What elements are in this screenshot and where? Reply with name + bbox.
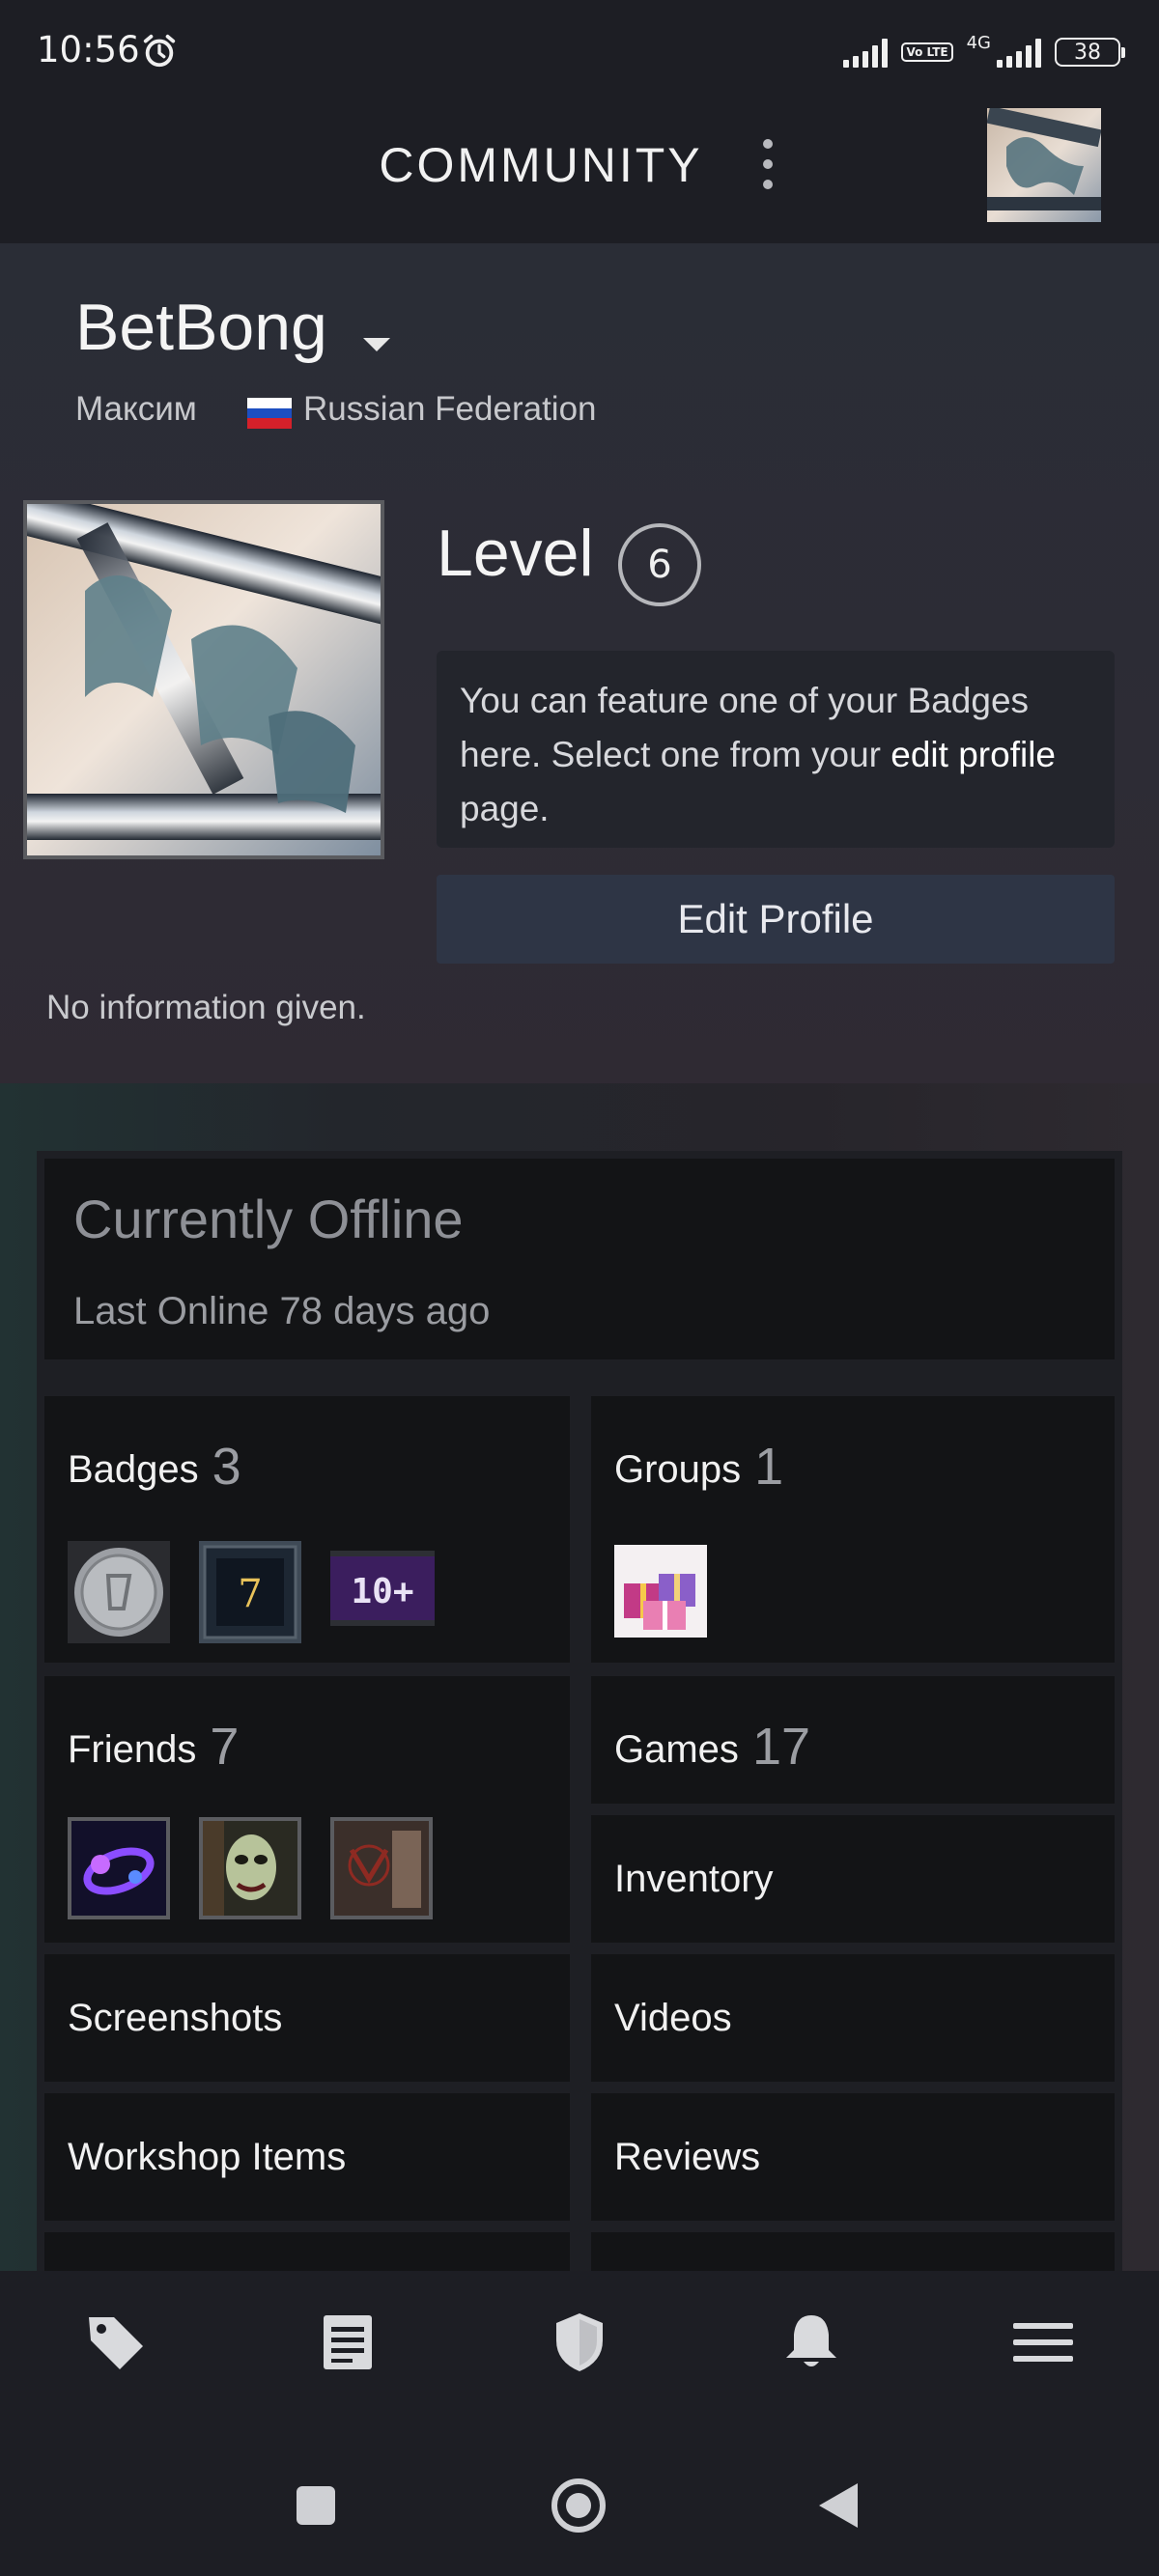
friends-tile[interactable]: Friends 7 xyxy=(44,1676,570,1943)
profile-avatar xyxy=(23,500,384,859)
username[interactable]: BetBong xyxy=(75,290,327,365)
tag-icon xyxy=(89,2317,143,2369)
badge-note-suffix: page. xyxy=(460,789,550,828)
recents-square-icon[interactable] xyxy=(296,2485,336,2526)
edit-profile-link[interactable]: edit profile xyxy=(890,735,1056,774)
badge-years-icon[interactable]: 7 xyxy=(199,1541,301,1643)
status-time: 10:56 xyxy=(37,29,140,70)
nav-guard[interactable] xyxy=(464,2271,695,2414)
vertical-dots-icon[interactable] xyxy=(753,139,782,197)
friend-avatar-2[interactable] xyxy=(199,1817,301,1919)
friend-avatar-1[interactable] xyxy=(68,1817,170,1919)
shield-icon xyxy=(556,2313,603,2371)
groups-label-wrap: Groups 1 xyxy=(614,1435,784,1496)
battery-level: 38 xyxy=(1074,40,1101,65)
games-tile[interactable]: Games 17 xyxy=(591,1676,1115,1804)
country: Russian Federation xyxy=(303,390,597,428)
profile-content: Currently Offline Last Online 78 days ag… xyxy=(0,1083,1159,2271)
network-type: 4G xyxy=(966,32,991,53)
groups-count: 1 xyxy=(754,1438,784,1496)
videos-tile[interactable]: Videos xyxy=(591,1954,1115,2082)
friends-label: Friends xyxy=(68,1728,197,1771)
online-status: Currently Offline Last Online 78 days ag… xyxy=(44,1159,1115,1359)
level-label: Level xyxy=(437,517,594,590)
games-label: Games xyxy=(614,1728,739,1771)
groups-label: Groups xyxy=(614,1448,742,1491)
header-title: COMMUNITY xyxy=(379,138,703,192)
caret-down-icon[interactable] xyxy=(363,338,390,351)
games-label-wrap: Games 17 xyxy=(614,1715,811,1776)
status-bar: 10:56 Vo LTE 4G 38 xyxy=(0,0,1159,106)
level-badge: 6 xyxy=(618,523,701,606)
screenshots-label: Screenshots xyxy=(68,1997,283,2039)
group-gifts-icon[interactable] xyxy=(614,1545,707,1638)
real-name: Максим xyxy=(75,390,197,428)
badge-10plus-icon[interactable]: 10+ xyxy=(330,1551,435,1626)
workshop-label: Workshop Items xyxy=(68,2136,347,2178)
screenshots-tile[interactable]: Screenshots xyxy=(44,1954,570,2082)
badges-label-wrap: Badges 3 xyxy=(68,1435,241,1496)
inventory-label: Inventory xyxy=(614,1858,774,1900)
bell-icon xyxy=(786,2315,836,2366)
inventory-tile[interactable]: Inventory xyxy=(591,1815,1115,1943)
stats-panel: Currently Offline Last Online 78 days ag… xyxy=(37,1151,1122,2271)
nav-store[interactable] xyxy=(0,2271,232,2414)
russia-flag-icon xyxy=(247,398,292,429)
svg-text:7: 7 xyxy=(238,1572,262,1616)
back-triangle-icon[interactable] xyxy=(817,2481,860,2530)
bottom-navigation xyxy=(0,2271,1159,2414)
last-online: Last Online 78 days ago xyxy=(73,1290,491,1332)
level-number: 6 xyxy=(647,543,672,587)
featured-badge-note: You can feature one of your Badges here.… xyxy=(437,651,1115,848)
reviews-label: Reviews xyxy=(614,2136,761,2178)
friends-count: 7 xyxy=(210,1718,240,1776)
badge-10plus-text: 10+ xyxy=(351,1572,413,1611)
more-tile-left[interactable] xyxy=(44,2232,570,2271)
friend-avatar-3[interactable] xyxy=(330,1817,433,1919)
nav-notifications[interactable] xyxy=(695,2271,927,2414)
badges-tile[interactable]: Badges 3 7 10+ xyxy=(44,1396,570,1663)
friends-label-wrap: Friends 7 xyxy=(68,1715,240,1776)
badge-coin-icon[interactable] xyxy=(68,1541,170,1643)
badges-count: 3 xyxy=(212,1438,241,1496)
hamburger-menu-icon xyxy=(1013,2323,1073,2362)
edit-profile-button[interactable]: Edit Profile xyxy=(437,875,1115,964)
videos-label: Videos xyxy=(614,1997,732,2039)
system-navigation-bar xyxy=(0,2414,1159,2576)
home-circle-icon[interactable] xyxy=(551,2478,607,2534)
battery-icon: 38 xyxy=(1055,38,1125,67)
signal-icon-2 xyxy=(997,37,1041,68)
badges-label: Badges xyxy=(68,1448,199,1491)
groups-tile[interactable]: Groups 1 xyxy=(591,1396,1115,1663)
profile-summary: No information given. xyxy=(46,989,366,1026)
app-header: COMMUNITY xyxy=(0,106,1159,243)
profile-header: BetBong Максим Russian Federation Level … xyxy=(0,243,1159,1083)
header-avatar[interactable] xyxy=(987,108,1101,222)
status-indicators: Vo LTE 4G 38 xyxy=(843,32,1125,71)
news-icon xyxy=(324,2315,372,2369)
games-count: 17 xyxy=(751,1718,811,1776)
reviews-tile[interactable]: Reviews xyxy=(591,2093,1115,2221)
nav-menu[interactable] xyxy=(927,2271,1159,2414)
signal-icon xyxy=(843,37,889,68)
nav-news[interactable] xyxy=(232,2271,464,2414)
volte-icon: Vo LTE xyxy=(901,42,953,62)
more-tile-right[interactable] xyxy=(591,2232,1115,2271)
status-state: Currently Offline xyxy=(73,1189,464,1249)
alarm-clock-icon xyxy=(143,34,176,68)
workshop-tile[interactable]: Workshop Items xyxy=(44,2093,570,2221)
